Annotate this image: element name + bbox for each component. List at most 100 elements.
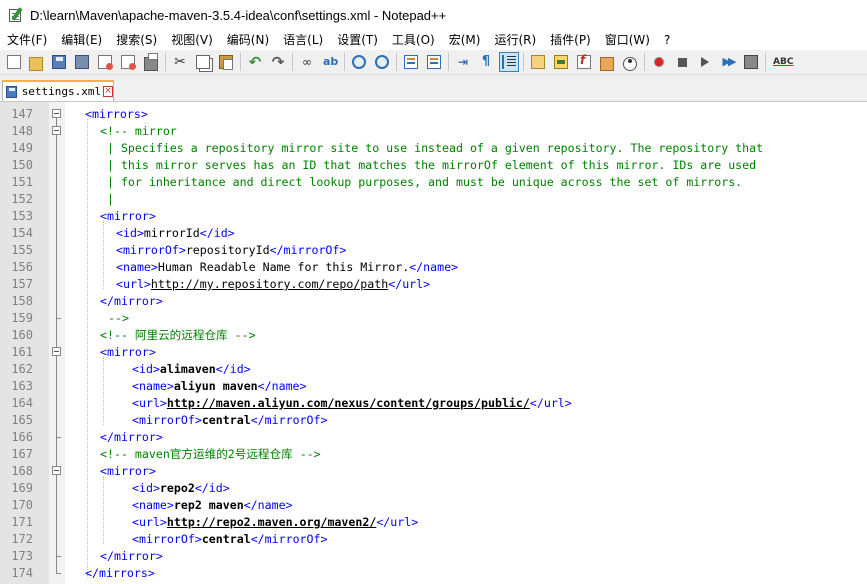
close-all-icon	[121, 55, 136, 70]
line-number: 156	[11, 260, 33, 274]
menu-help[interactable]: ?	[657, 30, 677, 50]
zoom-out-button[interactable]	[372, 52, 392, 72]
xml-text: alimaven	[159, 362, 216, 376]
toolbar-separator	[396, 53, 397, 71]
folder-workspace-button[interactable]	[597, 52, 617, 72]
menu-encoding[interactable]: 编码(N)	[220, 30, 276, 50]
redo-icon: ↷	[271, 53, 285, 71]
tab-close-icon[interactable]: ×	[103, 86, 113, 97]
code-line: 151 | for inheritance and direct lookup …	[0, 174, 867, 191]
menu-window[interactable]: 窗口(W)	[598, 30, 657, 50]
record-macro-button[interactable]	[649, 52, 669, 72]
menu-file[interactable]: 文件(F)	[0, 30, 54, 50]
notepad-plus-plus-app-icon	[8, 7, 24, 23]
line-number: 147	[11, 107, 33, 121]
menu-language[interactable]: 语言(L)	[276, 30, 330, 50]
xml-tag: </url>	[388, 277, 431, 291]
copy-button[interactable]	[193, 52, 213, 72]
line-number: 166	[11, 430, 33, 444]
menu-tools[interactable]: 工具(O)	[385, 30, 442, 50]
monitoring-button[interactable]	[620, 52, 640, 72]
code-line: 159 -->	[0, 310, 867, 327]
xml-tag: </name>	[243, 498, 293, 512]
fold-toggle-icon[interactable]	[52, 109, 61, 118]
code-line: 173 </mirror>	[0, 548, 867, 565]
xml-tag: <mirror>	[100, 209, 156, 223]
xml-text: rep2 maven	[173, 498, 244, 512]
save-macro-icon	[744, 55, 758, 69]
url-link[interactable]: http://repo2.maven.org/maven2/	[167, 515, 376, 529]
xml-tag: <id>	[132, 481, 160, 495]
xml-tag: </url>	[529, 396, 572, 410]
line-number: 171	[11, 515, 33, 529]
undo-button[interactable]: ↶	[245, 52, 265, 72]
function-list-button[interactable]	[574, 52, 594, 72]
save-all-button[interactable]	[72, 52, 92, 72]
menu-search[interactable]: 搜索(S)	[109, 30, 164, 50]
word-wrap-button[interactable]: ⇥	[453, 52, 473, 72]
cut-button[interactable]: ✂	[170, 52, 190, 72]
toolbar-separator	[765, 53, 766, 71]
xml-text: repo2	[159, 481, 195, 495]
editor[interactable]: 147 <mirrors> 148 <!-- mirror 149 | Spec…	[0, 101, 867, 584]
url-link[interactable]: http://my.repository.com/repo/path	[151, 277, 388, 291]
xml-tag: <url>	[132, 396, 167, 410]
menu-plugins[interactable]: 插件(P)	[543, 30, 598, 50]
url-link[interactable]: http://maven.aliyun.com/nexus/content/gr…	[167, 396, 530, 410]
xml-text: central	[201, 413, 251, 427]
stop-macro-button[interactable]	[672, 52, 692, 72]
xml-text: mirrorId	[143, 226, 200, 240]
menu-view[interactable]: 视图(V)	[164, 30, 220, 50]
menu-settings[interactable]: 设置(T)	[330, 30, 385, 50]
user-defined-lang-button[interactable]	[528, 52, 548, 72]
line-number: 170	[11, 498, 33, 512]
menu-macro[interactable]: 宏(M)	[442, 30, 488, 50]
line-number: 174	[11, 566, 33, 580]
run-macro-multiple-icon: ▶▶	[722, 55, 737, 68]
xml-tag: </id>	[199, 226, 235, 240]
save-macro-button[interactable]	[741, 52, 761, 72]
fold-toggle-icon[interactable]	[52, 347, 61, 356]
xml-tag: </id>	[194, 481, 230, 495]
indent-guide-button[interactable]	[499, 52, 519, 72]
show-all-chars-button[interactable]: ¶	[476, 52, 496, 72]
tab-settings-xml[interactable]: settings.xml ×	[2, 80, 114, 101]
xml-text: aliyun maven	[173, 379, 258, 393]
zoom-in-icon	[352, 55, 366, 69]
code-line: 170 <name>rep2 maven</name>	[0, 497, 867, 514]
code-line: 154 <id>mirrorId</id>	[0, 225, 867, 242]
fold-toggle-icon[interactable]	[52, 466, 61, 475]
new-file-button[interactable]	[3, 52, 23, 72]
xml-tag: </mirror>	[100, 549, 163, 563]
play-macro-button[interactable]	[695, 52, 715, 72]
find-button[interactable]: ∞	[297, 52, 317, 72]
run-macro-multiple-button[interactable]: ▶▶	[718, 52, 738, 72]
zoom-in-button[interactable]	[349, 52, 369, 72]
save-button[interactable]	[49, 52, 69, 72]
spell-check-button[interactable]: ABC	[770, 52, 794, 72]
spell-check-icon: ABC	[773, 57, 794, 67]
open-file-button[interactable]	[26, 52, 46, 72]
code-line: 150 | this mirror serves has an ID that …	[0, 157, 867, 174]
print-button[interactable]	[141, 52, 161, 72]
document-map-button[interactable]	[551, 52, 571, 72]
line-number: 153	[11, 209, 33, 223]
sync-vertical-button[interactable]	[401, 52, 421, 72]
sync-horizontal-button[interactable]	[424, 52, 444, 72]
menu-edit[interactable]: 编辑(E)	[54, 30, 109, 50]
close-all-button[interactable]	[118, 52, 138, 72]
fold-toggle-icon[interactable]	[52, 126, 61, 135]
xml-comment: <!-- mirror	[100, 124, 177, 138]
toolbar-separator	[292, 53, 293, 71]
redo-button[interactable]: ↷	[268, 52, 288, 72]
replace-button[interactable]: ab	[320, 52, 340, 72]
line-number: 164	[11, 396, 33, 410]
close-button[interactable]	[95, 52, 115, 72]
line-number: 173	[11, 549, 33, 563]
menu-run[interactable]: 运行(R)	[487, 30, 543, 50]
line-number: 169	[11, 481, 33, 495]
code-line: 172 <mirrorOf>central</mirrorOf>	[0, 531, 867, 548]
toolbar-separator	[344, 53, 345, 71]
xml-tag: <url>	[132, 515, 167, 529]
paste-button[interactable]	[216, 52, 236, 72]
